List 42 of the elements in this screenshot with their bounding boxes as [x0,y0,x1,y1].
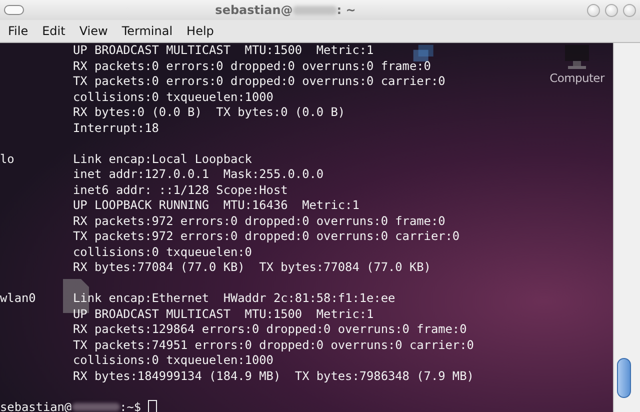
maximize-button[interactable] [605,4,618,16]
minimize-button[interactable] [587,4,600,16]
output-line: RX packets:0 errors:0 dropped:0 overruns:0 frame:0 [73,58,431,74]
menu-item[interactable]: Edit [35,24,72,38]
output-line: Link encap:Ethernet HWaddr 2c:81:58:f1:1e:ee [73,291,396,306]
output-line: collisions:0 txqueuelen:1000 [73,353,274,368]
output-line: TX packets:74951 errors:0 dropped:0 overruns:0 carrier:0 [73,338,474,353]
output-line: RX bytes:184999134 (184.9 MB) TX bytes:7986348 (7.9 MB) [73,368,474,384]
window-title: sebastian@ [215,3,293,17]
output-line: UP LOOPBACK RUNNING MTU:16436 Metric:1 [73,198,360,214]
output-line: RX packets:972 errors:0 dropped:0 overruns:0 frame:0 [73,214,446,229]
prompt-symbol: :~$ [120,400,142,412]
output-line: Interrupt:18 [73,120,159,136]
menu-item[interactable]: File [0,24,36,38]
interface-name: wlan0 [0,291,36,305]
output-line: RX bytes:0 (0.0 B) TX bytes:0 (0.0 B) [73,105,346,120]
window-title-suffix: : ~ [336,3,356,17]
interface-name: lo [0,152,14,166]
scrollbar[interactable] [613,43,640,412]
redaction-mark [72,403,120,412]
output-line: collisions:0 txqueuelen:0 [73,244,252,260]
output-line: UP BROADCAST MULTICAST MTU:1500 Metric:1 [73,306,374,322]
output-line: collisions:0 txqueuelen:1000 [73,90,274,105]
output-line: TX packets:0 errors:0 dropped:0 overruns:0 carrier:0 [73,74,446,90]
redaction-mark [292,6,337,14]
output-line: TX packets:972 errors:0 dropped:0 overruns:0 carrier:0 [73,229,460,244]
output-line: RX packets:129864 errors:0 dropped:0 overruns:0 frame:0 [73,322,467,338]
output-line: inet addr:127.0.0.1 Mask:255.0.0.0 [73,167,324,182]
prompt-user: sebastian@ [0,400,72,412]
output-line: UP BROADCAST MULTICAST MTU:1500 Metric:1 [73,43,374,58]
close-button[interactable] [623,4,636,16]
window-menu-button[interactable] [4,5,24,15]
menu-item[interactable]: Help [180,24,221,38]
menu-item[interactable]: View [72,24,115,38]
output-line: inet6 addr: ::1/128 Scope:Host [73,182,288,198]
output-line: RX bytes:77084 (77.0 KB) TX bytes:77084 (77.0 KB) [73,260,431,276]
text-cursor [148,400,158,412]
output-line: Link encap:Local Loopback [73,152,252,167]
desktop-icon-label[interactable]: Computer [550,71,604,85]
computer-icon[interactable] [562,45,592,71]
scrollbar-thumb[interactable] [617,358,631,398]
menu-item[interactable]: Terminal [114,24,180,38]
